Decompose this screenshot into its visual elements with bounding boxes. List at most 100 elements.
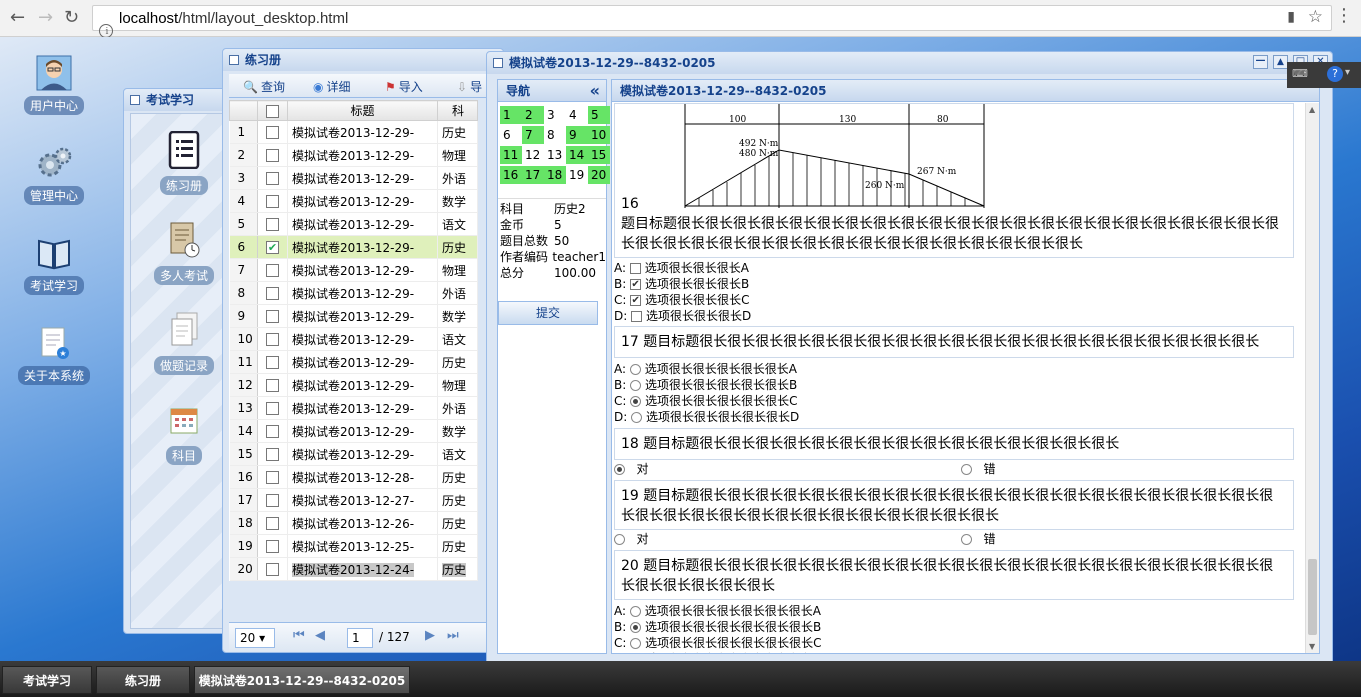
table-row[interactable]: 7 模拟试卷2013-12-29- 物理 xyxy=(229,258,478,282)
question-number-link[interactable]: 15 xyxy=(588,146,610,164)
question-number-link[interactable]: 20 xyxy=(588,166,610,184)
table-row[interactable]: 19 模拟试卷2013-12-25- 历史 xyxy=(229,534,478,558)
select-all-checkbox[interactable] xyxy=(257,100,288,121)
table-row[interactable]: 16 模拟试卷2013-12-28- 历史 xyxy=(229,465,478,489)
reload-icon[interactable]: ↻ xyxy=(64,8,79,28)
question-number-link[interactable]: 14 xyxy=(566,146,588,164)
row-checkbox[interactable] xyxy=(257,557,288,581)
minimize-icon[interactable]: — xyxy=(1253,55,1268,69)
row-checkbox[interactable] xyxy=(257,511,288,535)
question-number-link[interactable]: 4 xyxy=(566,106,588,124)
row-checkbox[interactable] xyxy=(257,143,288,167)
table-row[interactable]: 20 模拟试卷2013-12-24- 历史 xyxy=(229,557,478,581)
row-checkbox[interactable] xyxy=(257,189,288,213)
dropdown-icon[interactable]: ▾ xyxy=(1345,67,1350,78)
scrollbar-thumb[interactable] xyxy=(1308,559,1317,635)
taskbar-item-exam-paper[interactable]: 模拟试卷2013-12-29--8432-0205 xyxy=(194,666,410,694)
detail-button[interactable]: ◉ 详细 xyxy=(313,78,351,95)
q17-option[interactable]: A: 选项很长很长很长很长很长A xyxy=(612,361,1304,377)
help-icon[interactable]: ? xyxy=(1327,66,1343,82)
address-bar[interactable]: i localhost/html/layout_desktop.html ▮ ☆ xyxy=(92,5,1332,38)
question-number-link[interactable]: 5 xyxy=(588,106,610,124)
export-button[interactable]: ⇩ 导 xyxy=(457,78,482,95)
table-row[interactable]: 10 模拟试卷2013-12-29- 语文 xyxy=(229,327,478,351)
question-number-link[interactable]: 19 xyxy=(566,166,588,184)
scroll-down-icon[interactable]: ▼ xyxy=(1309,642,1315,651)
row-checkbox[interactable] xyxy=(257,534,288,558)
import-button[interactable]: ⚑ 导入 xyxy=(385,78,423,95)
row-checkbox[interactable] xyxy=(257,120,288,144)
row-checkbox[interactable] xyxy=(257,281,288,305)
desktop-icon-admin-center[interactable]: 管理中心 xyxy=(14,145,94,205)
answer-record-button[interactable]: 做题记录 xyxy=(150,311,218,375)
table-row[interactable]: 17 模拟试卷2013-12-27- 历史 xyxy=(229,488,478,512)
info-icon[interactable]: i xyxy=(99,24,113,38)
q16-option[interactable]: D: 选项很长很长很长D xyxy=(612,308,1304,324)
row-checkbox[interactable] xyxy=(257,396,288,420)
question-number-link[interactable]: 2 xyxy=(522,106,544,124)
row-checkbox[interactable] xyxy=(257,327,288,351)
question-19-false-option[interactable]: 错 xyxy=(961,530,995,548)
table-row[interactable]: 5 模拟试卷2013-12-29- 语文 xyxy=(229,212,478,236)
subject-column-header[interactable]: 科 xyxy=(437,100,478,121)
scroll-up-icon[interactable]: ▲ xyxy=(1309,105,1315,114)
question-number-link[interactable]: 17 xyxy=(522,166,544,184)
question-number-link[interactable]: 16 xyxy=(500,166,522,184)
question-number-link[interactable]: 6 xyxy=(500,126,522,144)
row-checkbox[interactable] xyxy=(257,304,288,328)
page-size-select[interactable]: 20 ▾ xyxy=(235,628,275,648)
row-checkbox[interactable] xyxy=(257,212,288,236)
q16-option[interactable]: C: ✔ 选项很长很长很长C xyxy=(612,292,1304,308)
question-number-link[interactable]: 1 xyxy=(500,106,522,124)
table-row[interactable]: 18 模拟试卷2013-12-26- 历史 xyxy=(229,511,478,535)
question-number-link[interactable]: 12 xyxy=(522,146,544,164)
question-number-link[interactable]: 13 xyxy=(544,146,566,164)
prev-page-icon[interactable]: ◀ xyxy=(315,628,325,643)
page-number-input[interactable]: 1 xyxy=(347,628,373,648)
row-checkbox[interactable] xyxy=(257,488,288,512)
table-row[interactable]: 13 模拟试卷2013-12-29- 外语 xyxy=(229,396,478,420)
multi-exam-button[interactable]: 多人考试 xyxy=(150,221,218,285)
row-checkbox[interactable] xyxy=(257,442,288,466)
q16-option[interactable]: A: 选项很长很长很长A xyxy=(612,260,1304,276)
table-row[interactable]: 9 模拟试卷2013-12-29- 数学 xyxy=(229,304,478,328)
table-row[interactable]: 11 模拟试卷2013-12-29- 历史 xyxy=(229,350,478,374)
row-checkbox[interactable]: ✔ xyxy=(257,235,288,259)
q17-option[interactable]: C: 选项很长很长很长很长很长C xyxy=(612,393,1304,409)
vertical-scrollbar[interactable]: ▲ ▼ xyxy=(1305,103,1319,653)
table-row[interactable]: 15 模拟试卷2013-12-29- 语文 xyxy=(229,442,478,466)
question-18-false-option[interactable]: 错 xyxy=(961,460,995,478)
back-icon[interactable]: ← xyxy=(10,8,25,28)
row-checkbox[interactable] xyxy=(257,350,288,374)
q16-option[interactable]: B: ✔ 选项很长很长很长B xyxy=(612,276,1304,292)
row-checkbox[interactable] xyxy=(257,258,288,282)
question-18-true-option[interactable]: 对 xyxy=(614,460,648,478)
submit-button[interactable]: 提交 xyxy=(498,301,598,325)
title-column-header[interactable]: 标题 xyxy=(287,100,438,121)
question-number-link[interactable]: 9 xyxy=(566,126,588,144)
question-19-true-option[interactable]: 对 xyxy=(614,530,648,548)
table-row[interactable]: 3 模拟试卷2013-12-29- 外语 xyxy=(229,166,478,190)
collapse-icon[interactable]: ▲ xyxy=(1273,55,1288,69)
q17-option[interactable]: D: 选项很长很长很长很长很长D xyxy=(612,409,1304,425)
table-row[interactable]: 4 模拟试卷2013-12-29- 数学 xyxy=(229,189,478,213)
row-checkbox[interactable] xyxy=(257,465,288,489)
forward-icon[interactable]: → xyxy=(38,8,53,28)
question-number-link[interactable]: 11 xyxy=(500,146,522,164)
question-number-link[interactable]: 10 xyxy=(588,126,610,144)
bookmark-star-icon[interactable]: ☆ xyxy=(1308,7,1323,27)
q20-option[interactable]: A: 选项很长很长很长很长很长很长A xyxy=(612,603,1304,619)
first-page-icon[interactable]: ⏮ xyxy=(293,628,305,643)
menu-icon[interactable]: ⋮ xyxy=(1335,6,1353,26)
question-number-link[interactable]: 3 xyxy=(544,106,566,124)
query-button[interactable]: 🔍 查询 xyxy=(243,78,285,95)
last-page-icon[interactable]: ⏭ xyxy=(447,628,459,643)
question-number-link[interactable]: 8 xyxy=(544,126,566,144)
taskbar-item-practice-book[interactable]: 练习册 xyxy=(96,666,190,694)
desktop-icon-about[interactable]: ★ 关于本系统 xyxy=(14,325,94,385)
table-row[interactable]: 8 模拟试卷2013-12-29- 外语 xyxy=(229,281,478,305)
extension-icon[interactable]: ▮ xyxy=(1287,9,1295,25)
q20-option[interactable]: D: 选项很长很长很长很长很长很长D xyxy=(612,651,1304,653)
table-row[interactable]: 12 模拟试卷2013-12-29- 物理 xyxy=(229,373,478,397)
table-row[interactable]: 1 模拟试卷2013-12-29- 历史 xyxy=(229,120,478,144)
